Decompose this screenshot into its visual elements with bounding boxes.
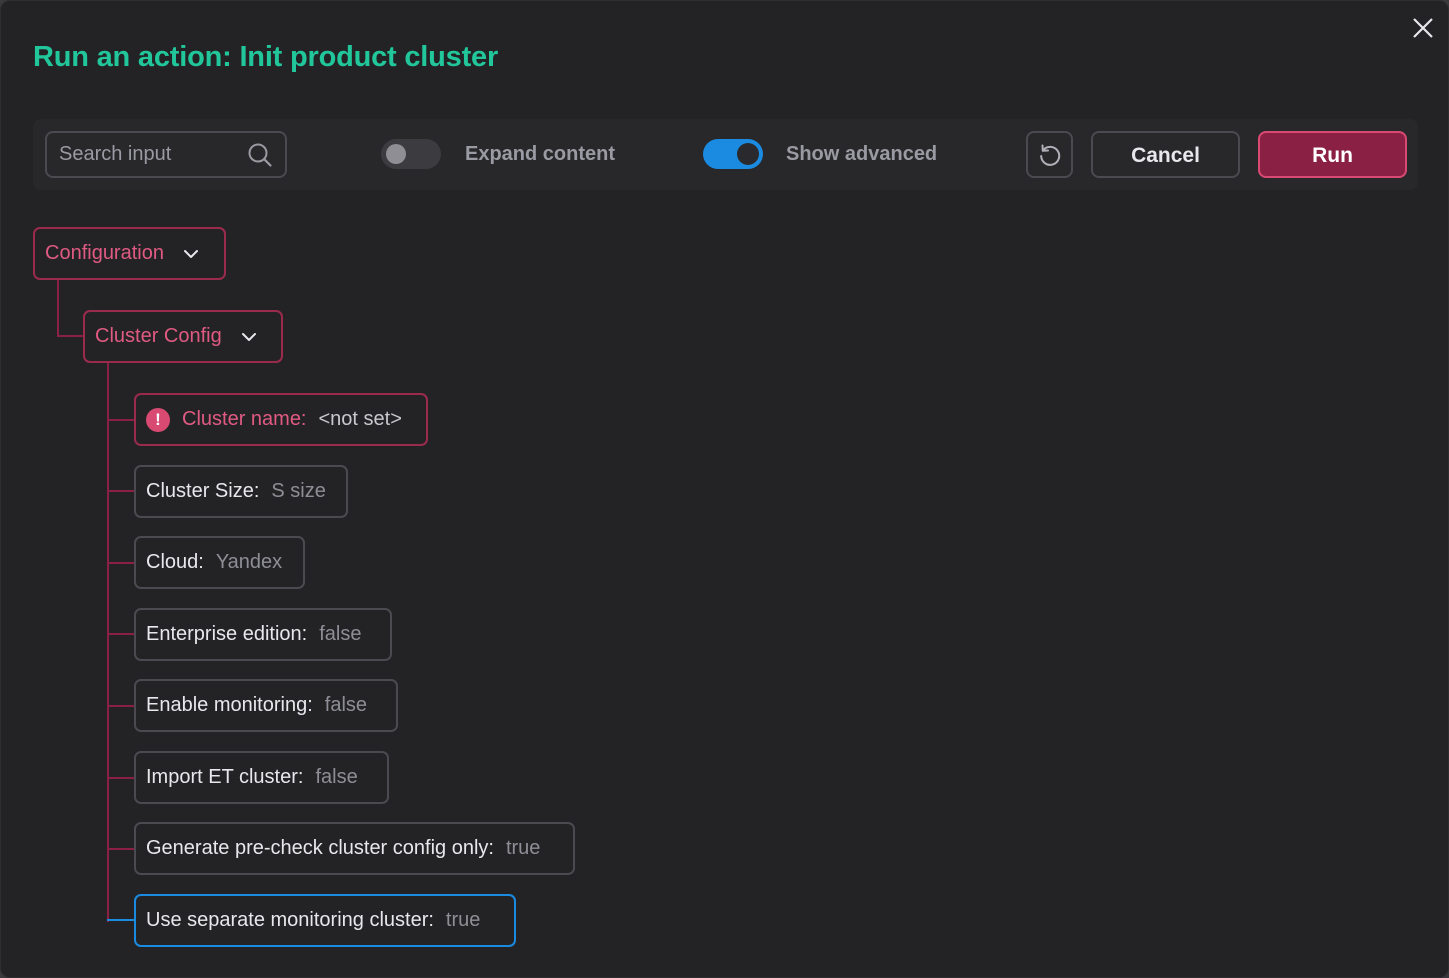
field-value: false xyxy=(324,694,368,716)
tree-node-configuration[interactable]: Configuration xyxy=(33,227,226,280)
tree-connector xyxy=(107,633,136,635)
field-label: Generate pre-check cluster config only: xyxy=(146,837,494,859)
field-label: Enable monitoring: xyxy=(146,694,313,716)
error-icon: ! xyxy=(146,407,170,432)
reset-icon xyxy=(1040,144,1061,166)
search-icon[interactable] xyxy=(247,142,273,168)
tree-connector xyxy=(107,848,136,850)
field-value: Yandex xyxy=(215,551,283,573)
dialog-title: Run an action: Init product cluster xyxy=(33,41,499,73)
field-value: true xyxy=(445,909,481,931)
field-enable-monitoring[interactable]: Enable monitoring: false xyxy=(134,679,398,732)
tree-connector xyxy=(57,335,85,337)
field-value: S size xyxy=(271,480,326,502)
field-label: Import ET cluster: xyxy=(146,766,304,788)
field-label: Cluster name: xyxy=(182,408,307,430)
field-generate-pre-check[interactable]: Generate pre-check cluster config only: … xyxy=(134,822,575,875)
field-value: true xyxy=(505,837,541,859)
expand-content-label: Expand content xyxy=(465,143,616,165)
tree-connector xyxy=(107,562,136,564)
field-value: false xyxy=(319,623,362,645)
close-icon xyxy=(1413,18,1433,38)
field-value: false xyxy=(315,766,358,788)
search-box xyxy=(45,131,287,178)
field-value: <not set> xyxy=(318,408,402,430)
field-cluster-name[interactable]: ! Cluster name: <not set> xyxy=(134,393,428,446)
cancel-button[interactable]: Cancel xyxy=(1091,131,1240,178)
field-label: Enterprise edition: xyxy=(146,623,308,645)
tree-node-label: Cluster Config xyxy=(95,325,222,347)
field-cloud[interactable]: Cloud: Yandex xyxy=(134,536,305,589)
tree-node-label: Configuration xyxy=(45,242,164,264)
tree-connector-selected xyxy=(107,919,136,921)
tree-connector xyxy=(107,490,136,492)
toolbar: Expand content Show advanced Cancel Run xyxy=(33,119,1418,190)
chevron-down-icon xyxy=(241,332,256,341)
close-button[interactable] xyxy=(1408,13,1438,43)
expand-content-toggle[interactable] xyxy=(381,139,441,169)
toggle-knob xyxy=(386,144,406,164)
show-advanced-toggle[interactable] xyxy=(703,139,763,169)
tree-connector xyxy=(57,279,59,337)
field-use-separate-monitoring-cluster[interactable]: Use separate monitoring cluster: true xyxy=(134,894,516,947)
search-input[interactable] xyxy=(47,133,249,176)
tree-connector xyxy=(107,419,136,421)
tree-connector xyxy=(107,777,136,779)
tree-connector xyxy=(107,362,109,922)
field-cluster-size[interactable]: Cluster Size: S size xyxy=(134,465,348,518)
chevron-down-icon xyxy=(183,249,198,258)
reset-button[interactable] xyxy=(1026,131,1073,178)
run-action-dialog: Run an action: Init product cluster Expa… xyxy=(0,0,1449,978)
field-label: Cluster Size: xyxy=(146,480,260,502)
field-import-et-cluster[interactable]: Import ET cluster: false xyxy=(134,751,389,804)
field-label: Use separate monitoring cluster: xyxy=(146,909,434,931)
run-button[interactable]: Run xyxy=(1258,131,1407,178)
tree-connector xyxy=(107,705,136,707)
field-label: Cloud: xyxy=(146,551,204,573)
toggle-knob xyxy=(737,143,759,165)
field-enterprise-edition[interactable]: Enterprise edition: false xyxy=(134,608,392,661)
show-advanced-label: Show advanced xyxy=(786,143,938,165)
tree-node-cluster-config[interactable]: Cluster Config xyxy=(83,310,283,363)
